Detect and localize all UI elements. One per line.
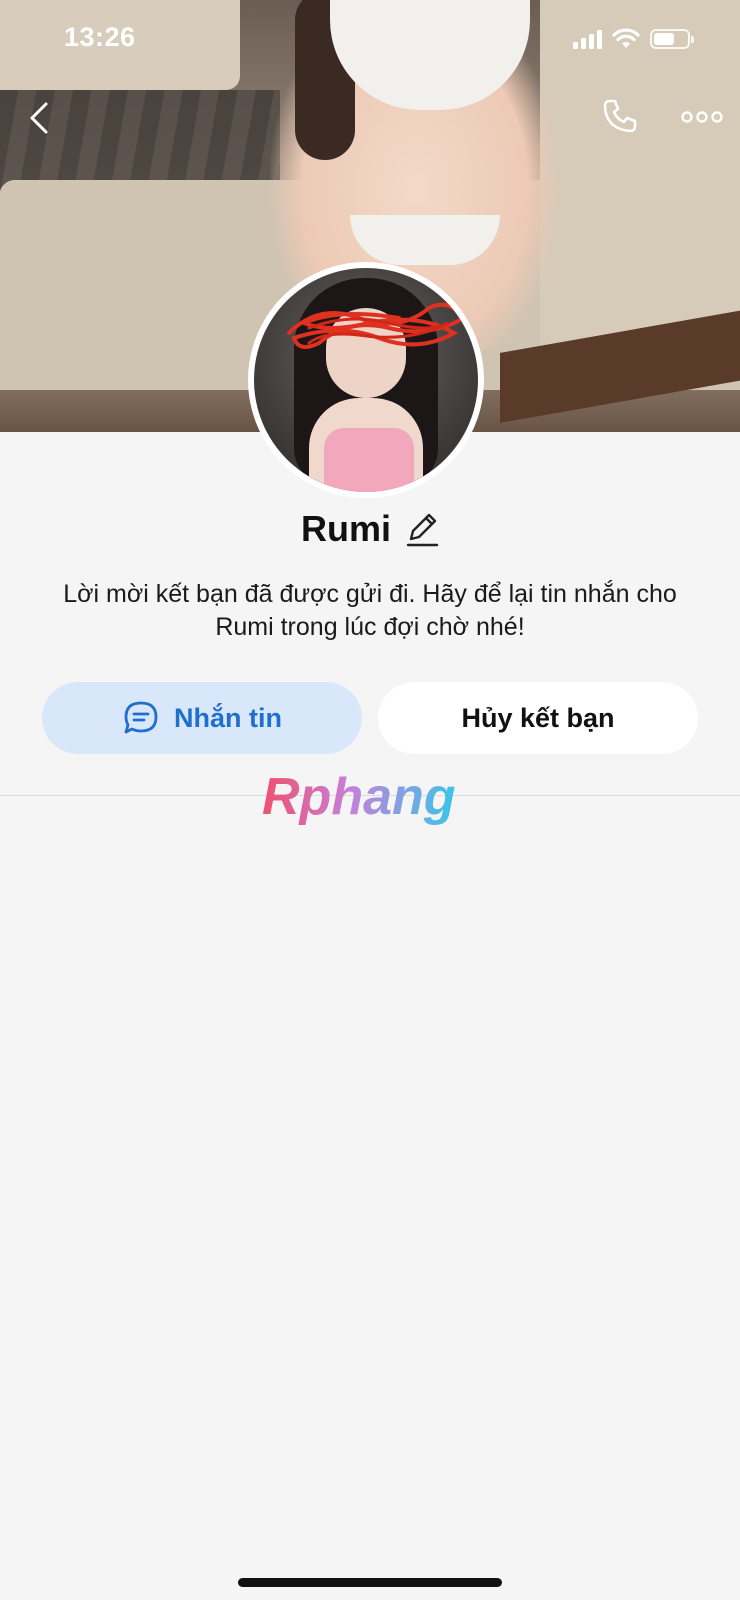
cancel-friend-button[interactable]: Hủy kết bạn xyxy=(378,682,698,754)
cancel-friend-button-label: Hủy kết bạn xyxy=(461,702,615,733)
chevron-left-icon[interactable] xyxy=(22,98,58,138)
watermark-logo: Rphang xyxy=(262,768,456,826)
chat-bubble-icon xyxy=(124,701,158,734)
profile-screen: 13:26 Rumi Lời mời kết bạn đã được gửi đ… xyxy=(0,0,740,1600)
profile-name: Rumi xyxy=(301,508,391,549)
redaction-scribble xyxy=(287,302,467,349)
avatar[interactable] xyxy=(248,262,484,498)
status-time: 13:26 xyxy=(64,22,136,52)
pencil-icon[interactable] xyxy=(405,509,439,549)
more-dots-icon[interactable] xyxy=(680,100,724,134)
wifi-icon xyxy=(612,28,640,48)
message-button[interactable]: Nhắn tin xyxy=(42,682,362,754)
message-button-label: Nhắn tin xyxy=(174,702,282,733)
phone-icon[interactable] xyxy=(600,96,640,136)
watermark-text: Rphang xyxy=(262,768,456,826)
avatar-photo xyxy=(254,268,478,492)
avatar-dress xyxy=(324,428,414,492)
home-indicator[interactable] xyxy=(238,1578,502,1587)
status-icons xyxy=(573,28,694,50)
name-row: Rumi xyxy=(0,508,740,550)
battery-icon xyxy=(650,29,694,49)
signal-icon xyxy=(573,29,602,49)
friend-request-message: Lời mời kết bạn đã được gửi đi. Hãy để l… xyxy=(63,580,677,641)
status-bar: 13:26 xyxy=(0,0,740,80)
